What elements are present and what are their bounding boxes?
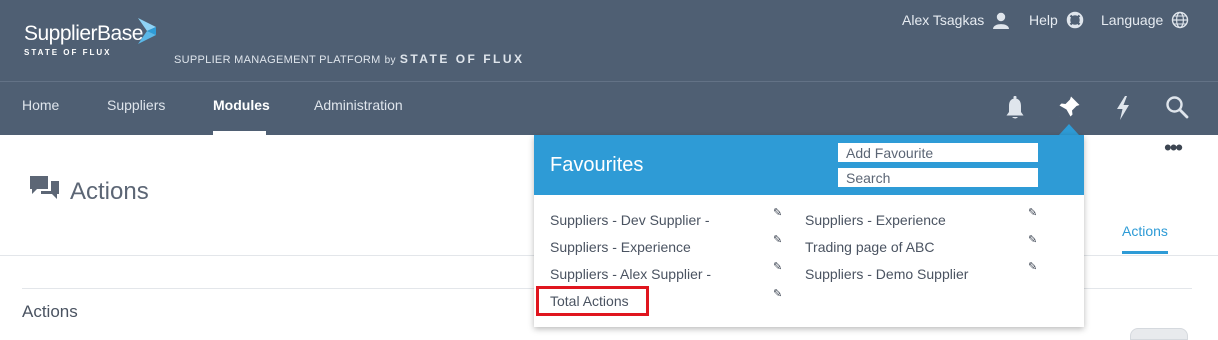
- platform-by: by: [384, 55, 396, 66]
- user-menu-help[interactable]: Help: [1029, 10, 1084, 30]
- pencil-icon[interactable]: ✎: [1028, 233, 1037, 246]
- top-bar: SupplierBase STATE OF FLUX SUPPLIER MANA…: [0, 0, 1218, 135]
- pencil-icon[interactable]: ✎: [773, 260, 782, 273]
- pencil-icon[interactable]: ✎: [1028, 260, 1037, 273]
- nav-home[interactable]: Home: [22, 97, 59, 113]
- nav-administration[interactable]: Administration: [314, 97, 403, 113]
- nav-suppliers[interactable]: Suppliers: [107, 97, 165, 113]
- toggle-switch[interactable]: [1130, 328, 1188, 340]
- tab-actions[interactable]: Actions: [1122, 223, 1168, 239]
- platform-brand: STATE OF FLUX: [399, 52, 525, 66]
- favourite-item[interactable]: Suppliers - Alex Supplier -: [550, 266, 711, 282]
- user-menu-account[interactable]: Alex Tsagkas: [902, 10, 1010, 30]
- add-favourite-input[interactable]: [838, 143, 1038, 162]
- favourite-item[interactable]: Suppliers - Demo Supplier: [805, 266, 968, 282]
- platform-tagline: SUPPLIER MANAGEMENT PLATFORM by STATE OF F…: [174, 52, 525, 66]
- user-icon: [993, 12, 1010, 29]
- header-divider: [0, 81, 1218, 82]
- highlight-box: [536, 286, 649, 316]
- favourite-item[interactable]: Suppliers - Experience: [805, 212, 946, 228]
- pencil-icon[interactable]: ✎: [773, 233, 782, 246]
- globe-icon: [1172, 11, 1189, 29]
- favourites-search-input[interactable]: [838, 168, 1038, 187]
- pencil-icon[interactable]: ✎: [773, 206, 782, 219]
- logo-name: SupplierBase: [24, 22, 143, 45]
- logo-subtitle: STATE OF FLUX: [24, 48, 112, 57]
- pencil-icon[interactable]: ✎: [773, 287, 782, 300]
- favourite-item[interactable]: Trading page of ABC: [805, 239, 934, 255]
- platform-text: SUPPLIER MANAGEMENT PLATFORM: [174, 54, 381, 66]
- favourite-item[interactable]: Suppliers - Experience: [550, 239, 691, 255]
- more-dots-icon[interactable]: •••: [1164, 137, 1183, 159]
- pencil-icon[interactable]: ✎: [1028, 206, 1037, 219]
- chat-bubbles-icon: [30, 176, 59, 199]
- favourites-title: Favourites: [550, 154, 644, 176]
- help-label: Help: [1029, 12, 1058, 28]
- favourite-item[interactable]: Suppliers - Dev Supplier -: [550, 212, 710, 228]
- user-name: Alex Tsagkas: [902, 12, 985, 28]
- logo-mark-icon: [138, 18, 156, 44]
- search-icon[interactable]: [1165, 95, 1189, 119]
- page-title: Actions: [70, 178, 149, 205]
- nav-active-indicator: [213, 131, 266, 135]
- language-label: Language: [1101, 12, 1164, 28]
- section-title: Actions: [22, 302, 78, 321]
- user-menu-language[interactable]: Language: [1101, 10, 1189, 30]
- lightning-icon[interactable]: [1113, 95, 1133, 121]
- tab-active-indicator: [1122, 251, 1168, 254]
- supplierbase-logo[interactable]: SupplierBase STATE OF FLUX: [24, 18, 156, 57]
- bell-icon[interactable]: [1004, 95, 1026, 121]
- pin-icon[interactable]: [1057, 95, 1081, 119]
- favourites-header: Favourites: [534, 135, 1084, 195]
- favourites-pointer: [1059, 124, 1079, 135]
- lifebuoy-icon: [1066, 11, 1084, 29]
- nav-modules[interactable]: Modules: [213, 97, 270, 113]
